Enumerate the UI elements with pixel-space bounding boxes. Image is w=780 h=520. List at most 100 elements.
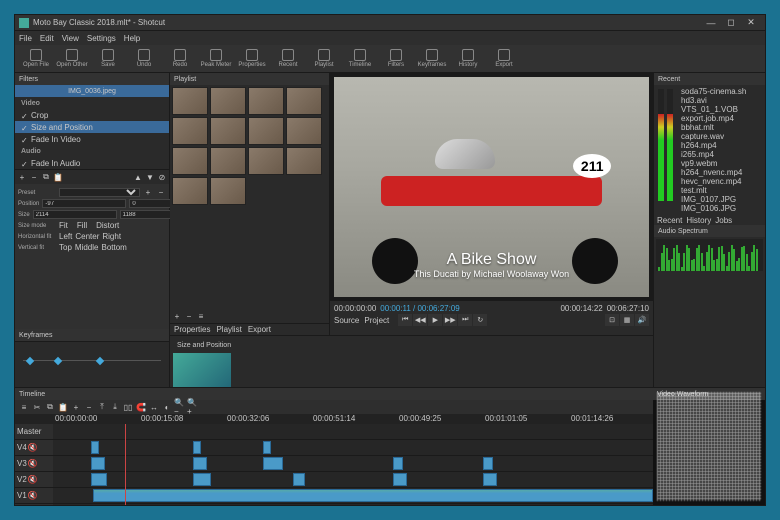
filters-button[interactable]: Filters	[379, 46, 413, 72]
playlist-menu-icon[interactable]: ≡	[196, 311, 206, 321]
keyframe-marker[interactable]	[96, 357, 104, 365]
timeline-clip[interactable]	[91, 441, 99, 454]
timeline-clip[interactable]	[483, 457, 493, 470]
tab-source[interactable]: Source	[334, 316, 359, 325]
recent-item[interactable]: export.job.mp4	[679, 114, 763, 123]
timeline-clip[interactable]	[263, 441, 271, 454]
fill-radio[interactable]: Fill	[77, 221, 87, 230]
timeline-ruler[interactable]: 00:00:00:0000:00:15:0800:00:32:0600:00:5…	[15, 414, 653, 424]
tl-lift-icon[interactable]: ⤒	[96, 401, 108, 413]
timeline-clip[interactable]	[193, 457, 207, 470]
recent-item[interactable]: hevc_nvenc.mp4	[679, 177, 763, 186]
move-up-icon[interactable]: ▲	[133, 172, 143, 182]
tl-scrub-icon[interactable]: ↔	[148, 401, 160, 413]
playlist-add-icon[interactable]: +	[172, 311, 182, 321]
tl-ripple-icon[interactable]: ◐	[161, 401, 173, 413]
playlist-clip[interactable]: IMG_0070.MOV	[210, 147, 246, 175]
recent-button[interactable]: Recent	[271, 46, 305, 72]
timeline-clip[interactable]	[91, 457, 105, 470]
sizepos-thumbnail[interactable]	[173, 353, 231, 389]
tab-recent[interactable]: Recent	[657, 216, 682, 225]
properties-button[interactable]: Properties	[235, 46, 269, 72]
mute-icon[interactable]: 🔇	[28, 443, 38, 452]
middle-radio[interactable]: Middle	[75, 243, 99, 252]
recent-item[interactable]: hd3.avi	[679, 96, 763, 105]
open-file-button[interactable]: Open File	[19, 46, 53, 72]
filter-item-crop[interactable]: ✓Crop	[15, 109, 169, 121]
paste-filter-icon[interactable]: 📋	[53, 172, 63, 182]
timeline-clip[interactable]	[93, 489, 653, 502]
volume-icon[interactable]: 🔊	[635, 314, 649, 326]
track-header[interactable]: V4🔇	[15, 440, 53, 455]
menu-settings[interactable]: Settings	[87, 34, 116, 43]
tl-menu-icon[interactable]: ≡	[18, 401, 30, 413]
timeline-clip[interactable]	[393, 473, 407, 486]
fit-radio[interactable]: Fit	[59, 221, 68, 230]
left-radio[interactable]: Left	[59, 232, 72, 241]
undo-button[interactable]: Undo	[127, 46, 161, 72]
tl-overwrite-icon[interactable]: ⤓	[109, 401, 121, 413]
recent-item[interactable]: capture.wav	[679, 132, 763, 141]
recent-item[interactable]: h264_nvenc.mp4	[679, 168, 763, 177]
timeline-clip[interactable]	[293, 473, 305, 486]
recent-item[interactable]: i265.mp4	[679, 150, 763, 159]
recent-item[interactable]: soda75-cinema.sh	[679, 87, 763, 96]
deselect-icon[interactable]: ⊘	[157, 172, 167, 182]
save-button[interactable]: Save	[91, 46, 125, 72]
mute-icon[interactable]: 🔇	[28, 475, 38, 484]
tl-split-icon[interactable]: ▯▯	[122, 401, 134, 413]
playlist-clip[interactable]: IMG_0062.jpeg	[248, 87, 284, 115]
delete-preset-icon[interactable]: −	[156, 188, 166, 198]
menu-file[interactable]: File	[19, 34, 32, 43]
top-radio[interactable]: Top	[59, 243, 72, 252]
recent-item[interactable]: IMG_0106.JPG	[679, 204, 763, 213]
timeline-clip[interactable]	[263, 457, 283, 470]
tab-playlist[interactable]: Playlist	[216, 325, 241, 334]
filter-item-size-position[interactable]: ✓Size and Position	[15, 121, 169, 133]
keyframe-marker[interactable]	[26, 357, 34, 365]
tab-export[interactable]: Export	[248, 325, 271, 334]
playhead[interactable]	[125, 424, 126, 505]
size-w-input[interactable]	[33, 210, 117, 219]
remove-filter-icon[interactable]: −	[29, 172, 39, 182]
recent-item[interactable]: bbhat.mlt	[679, 123, 763, 132]
filter-clip-name[interactable]: IMG_0036.jpeg	[15, 85, 169, 97]
copy-filter-icon[interactable]: ⧉	[41, 172, 51, 182]
timeline-clip[interactable]	[393, 457, 403, 470]
right-radio[interactable]: Right	[102, 232, 121, 241]
playlist-clip[interactable]: IMG_0066.jpeg	[248, 117, 284, 145]
mute-icon[interactable]: 🔇	[28, 491, 38, 500]
loop-icon[interactable]: ↻	[473, 314, 487, 326]
distort-radio[interactable]: Distort	[96, 221, 119, 230]
playlist-clip[interactable]: IMG_0063.jpeg	[286, 87, 322, 115]
rewind-icon[interactable]: ◀◀	[413, 314, 427, 326]
keyframes-button[interactable]: Keyframes	[415, 46, 449, 72]
recent-item[interactable]: IMG_0107.JPG	[679, 195, 763, 204]
center-radio[interactable]: Center	[75, 232, 99, 241]
play-icon[interactable]: ▶	[428, 314, 442, 326]
recent-item[interactable]: VTS_01_1.VOB	[679, 105, 763, 114]
tl-remove-icon[interactable]: −	[83, 401, 95, 413]
history-button[interactable]: History	[451, 46, 485, 72]
track-header[interactable]: A1🔇	[15, 504, 53, 505]
track-body[interactable]	[53, 488, 653, 503]
track-header[interactable]: V2🔇	[15, 472, 53, 487]
track-body[interactable]	[53, 472, 653, 487]
grid-icon[interactable]: ▦	[620, 314, 634, 326]
skip-end-icon[interactable]: ⏭	[458, 314, 472, 326]
playlist-clip[interactable]: IMG_0075.jpeg	[210, 177, 246, 205]
mute-icon[interactable]: 🔇	[28, 459, 38, 468]
open-other-button[interactable]: Open Other	[55, 46, 89, 72]
tab-jobs[interactable]: Jobs	[715, 216, 732, 225]
preview-viewport[interactable]: 211 A Bike Show This Ducati by Michael W…	[334, 77, 649, 297]
playlist-clip[interactable]: IMG_0064.jpeg	[172, 117, 208, 145]
close-button[interactable]: ✕	[741, 16, 761, 30]
track-body[interactable]	[53, 504, 653, 505]
bottom-radio[interactable]: Bottom	[101, 243, 126, 252]
tl-zoom-out-icon[interactable]: 🔍−	[174, 401, 186, 413]
menu-edit[interactable]: Edit	[40, 34, 54, 43]
tl-zoom-in-icon[interactable]: 🔍+	[187, 401, 199, 413]
playlist-clip[interactable]: IMG_0060.jpeg	[172, 87, 208, 115]
tab-project[interactable]: Project	[364, 316, 389, 325]
keyframes-panel[interactable]	[15, 341, 169, 387]
